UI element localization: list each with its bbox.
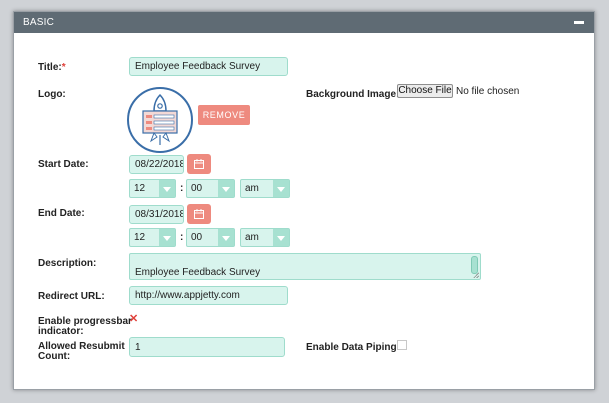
- data-piping-checkbox[interactable]: [397, 340, 407, 350]
- progressbar-label: Enable progressbar indicator:: [38, 316, 132, 337]
- end-calendar-button[interactable]: [187, 204, 211, 224]
- description-textarea[interactable]: Employee Feedback Survey: [129, 253, 481, 280]
- time-separator: :: [180, 232, 184, 243]
- title-input[interactable]: Employee Feedback Survey: [129, 57, 288, 76]
- start-date-label: Start Date:: [38, 159, 89, 170]
- start-minute-select[interactable]: 00: [186, 179, 235, 198]
- calendar-icon: [194, 209, 204, 219]
- progressbar-checkbox[interactable]: ✕: [129, 314, 138, 325]
- start-calendar-button[interactable]: [187, 154, 211, 174]
- redirect-url-input[interactable]: http://www.appjetty.com: [129, 286, 288, 305]
- end-date-label: End Date:: [38, 208, 85, 219]
- collapse-icon[interactable]: [574, 21, 584, 24]
- required-mark: *: [61, 62, 66, 73]
- file-status: No file chosen: [456, 86, 520, 97]
- redirect-url-label: Redirect URL:: [38, 291, 105, 302]
- resubmit-label: Allowed Resubmit Count:: [38, 341, 125, 362]
- chevron-down-icon: [273, 229, 289, 246]
- resize-handle[interactable]: [473, 272, 479, 278]
- data-piping-label: Enable Data Piping:: [306, 342, 400, 353]
- logo-label: Logo:: [38, 89, 66, 100]
- remove-logo-button[interactable]: REMOVE: [198, 105, 250, 125]
- basic-panel: BASIC Title:* Employee Feedback Survey L…: [13, 11, 595, 390]
- start-ampm-select[interactable]: am: [240, 179, 290, 198]
- end-date-input[interactable]: 08/31/2018: [129, 205, 184, 224]
- chevron-down-icon: [218, 229, 234, 246]
- description-label: Description:: [38, 258, 97, 269]
- resubmit-count-input[interactable]: 1: [129, 337, 285, 357]
- time-separator: :: [180, 183, 184, 194]
- chevron-down-icon: [159, 180, 175, 197]
- background-image-label: Background Image:: [306, 89, 400, 100]
- title-label: Title:*: [38, 62, 66, 73]
- end-minute-select[interactable]: 00: [186, 228, 235, 247]
- choose-file-button[interactable]: Choose File: [397, 84, 453, 98]
- end-ampm-select[interactable]: am: [240, 228, 290, 247]
- chevron-down-icon: [218, 180, 234, 197]
- chevron-down-icon: [159, 229, 175, 246]
- start-hour-select[interactable]: 12: [129, 179, 176, 198]
- start-date-input[interactable]: 08/22/2018: [129, 155, 184, 174]
- panel-title: BASIC: [23, 17, 55, 28]
- chevron-down-icon: [273, 180, 289, 197]
- panel-header[interactable]: BASIC: [14, 12, 594, 33]
- rocket-survey-icon: [127, 87, 193, 153]
- end-hour-select[interactable]: 12: [129, 228, 176, 247]
- calendar-icon: [194, 159, 204, 169]
